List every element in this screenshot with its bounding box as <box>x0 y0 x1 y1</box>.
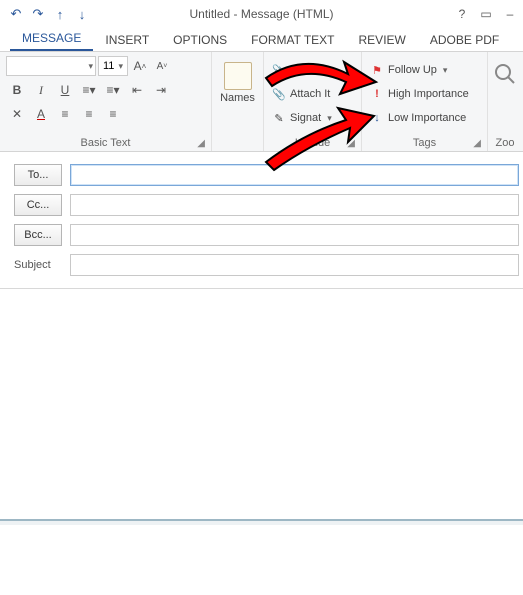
underline-button[interactable]: U <box>54 80 76 100</box>
attach-file-label: Att <box>290 64 303 76</box>
group-tags: ⚑ Follow Up ▾ ! High Importance ↓ Low Im… <box>362 52 488 151</box>
next-item-button[interactable]: ↓ <box>72 4 92 24</box>
minimize-button[interactable]: – <box>501 7 519 21</box>
tab-insert[interactable]: INSERT <box>93 29 161 51</box>
paperclip-icon: 📎 <box>272 87 286 101</box>
names-label: Names <box>220 92 255 104</box>
low-importance-label: Low Importance <box>388 112 466 124</box>
group-include: 📎 Att 📎 Attach It ✎ Signat ▾ Include ◢ <box>264 52 362 151</box>
bcc-button[interactable]: Bcc... <box>14 224 62 246</box>
group-names: Names . <box>212 52 264 151</box>
to-field[interactable] <box>70 164 519 186</box>
increase-indent-button[interactable]: ⇥ <box>150 80 172 100</box>
attach-item-label: Attach It <box>290 88 330 100</box>
dialog-launcher-icon[interactable]: ◢ <box>347 138 355 149</box>
chevron-down-icon: ▾ <box>443 65 448 76</box>
bullets-button[interactable]: ≡▾ <box>78 80 100 100</box>
attach-file-button[interactable]: 📎 Att <box>270 60 334 80</box>
tab-message[interactable]: MESSAGE <box>10 27 93 51</box>
bold-button[interactable]: B <box>6 80 28 100</box>
chevron-down-icon: ▾ <box>89 83 95 97</box>
quick-access-toolbar: ↶ ↷ ↑ ↓ <box>0 4 92 24</box>
paperclip-icon: 📎 <box>272 63 286 77</box>
chevron-down-icon: ▾ <box>113 83 119 97</box>
numbering-button[interactable]: ≡▾ <box>102 80 124 100</box>
tab-review[interactable]: REVIEW <box>347 29 418 51</box>
help-button[interactable]: ? <box>453 7 471 21</box>
italic-button[interactable]: I <box>30 80 52 100</box>
tab-options[interactable]: OPTIONS <box>161 29 239 51</box>
font-name-dropdown[interactable]: ▾ <box>6 56 96 76</box>
chevron-down-icon: ▾ <box>327 113 332 124</box>
signature-icon: ✎ <box>272 111 286 125</box>
dialog-launcher-icon[interactable]: ◢ <box>473 138 481 149</box>
cc-field[interactable] <box>70 194 519 216</box>
chevron-down-icon: ▾ <box>88 61 93 72</box>
tab-adobe-pdf[interactable]: ADOBE PDF <box>418 29 511 51</box>
group-label: Zoo <box>494 135 516 149</box>
window-controls: ? ▭ – <box>453 7 519 21</box>
undo-button[interactable]: ↶ <box>6 4 26 24</box>
zoom-button[interactable] <box>493 62 517 86</box>
high-importance-label: High Importance <box>388 88 469 100</box>
ribbon: ▾ 11 ▾ A˄ A˅ B I U ≡▾ ≡▾ ⇤ ⇥ <box>0 52 523 152</box>
group-zoom: Zoo <box>488 52 522 151</box>
group-label: Tags ◢ <box>368 135 481 149</box>
arrow-down-icon: ↓ <box>370 111 384 125</box>
redo-button[interactable]: ↷ <box>28 4 48 24</box>
shrink-font-button[interactable]: A˅ <box>152 56 172 76</box>
address-book-icon <box>224 62 252 90</box>
low-importance-button[interactable]: ↓ Low Importance <box>368 108 471 128</box>
chevron-down-icon: ▾ <box>118 61 123 72</box>
subject-label: Subject <box>14 259 62 271</box>
attach-item-button[interactable]: 📎 Attach It <box>270 84 334 104</box>
subject-field[interactable] <box>70 254 519 276</box>
to-button[interactable]: To... <box>14 164 62 186</box>
dialog-launcher-icon[interactable]: ◢ <box>197 138 205 149</box>
tab-format-text[interactable]: FORMAT TEXT <box>239 29 346 51</box>
names-button[interactable]: Names <box>218 62 257 104</box>
title-bar: ↶ ↷ ↑ ↓ Untitled - Message (HTML) ? ▭ – <box>0 0 523 28</box>
ribbon-display-button[interactable]: ▭ <box>477 7 495 21</box>
signature-label: Signat <box>290 112 321 124</box>
signature-button[interactable]: ✎ Signat ▾ <box>270 108 334 128</box>
follow-up-button[interactable]: ⚑ Follow Up ▾ <box>368 60 471 80</box>
align-center-button[interactable]: ≡ <box>78 104 100 124</box>
bcc-field[interactable] <box>70 224 519 246</box>
window-title: Untitled - Message (HTML) <box>189 7 333 21</box>
cc-button[interactable]: Cc... <box>14 194 62 216</box>
message-body[interactable] <box>0 289 523 519</box>
magnifier-icon <box>493 62 517 86</box>
font-size-value: 11 <box>103 60 114 72</box>
group-label: Basic Text ◢ <box>6 135 205 149</box>
prev-item-button[interactable]: ↑ <box>50 4 70 24</box>
grow-font-button[interactable]: A˄ <box>130 56 150 76</box>
decrease-indent-button[interactable]: ⇤ <box>126 80 148 100</box>
font-color-button[interactable]: A <box>30 104 52 124</box>
group-basic-text: ▾ 11 ▾ A˄ A˅ B I U ≡▾ ≡▾ ⇤ ⇥ <box>0 52 212 151</box>
address-block: To... Cc... Bcc... Subject <box>0 152 523 289</box>
font-size-dropdown[interactable]: 11 ▾ <box>98 56 128 76</box>
align-right-button[interactable]: ≡ <box>102 104 124 124</box>
follow-up-label: Follow Up <box>388 64 437 76</box>
flag-icon: ⚑ <box>370 63 384 77</box>
clear-formatting-button[interactable]: ✕ <box>6 104 28 124</box>
align-left-button[interactable]: ≡ <box>54 104 76 124</box>
below-area <box>0 525 523 595</box>
high-importance-button[interactable]: ! High Importance <box>368 84 471 104</box>
ribbon-tab-bar: MESSAGE INSERT OPTIONS FORMAT TEXT REVIE… <box>0 28 523 52</box>
exclamation-icon: ! <box>370 87 384 101</box>
group-label: Include ◢ <box>270 135 355 149</box>
